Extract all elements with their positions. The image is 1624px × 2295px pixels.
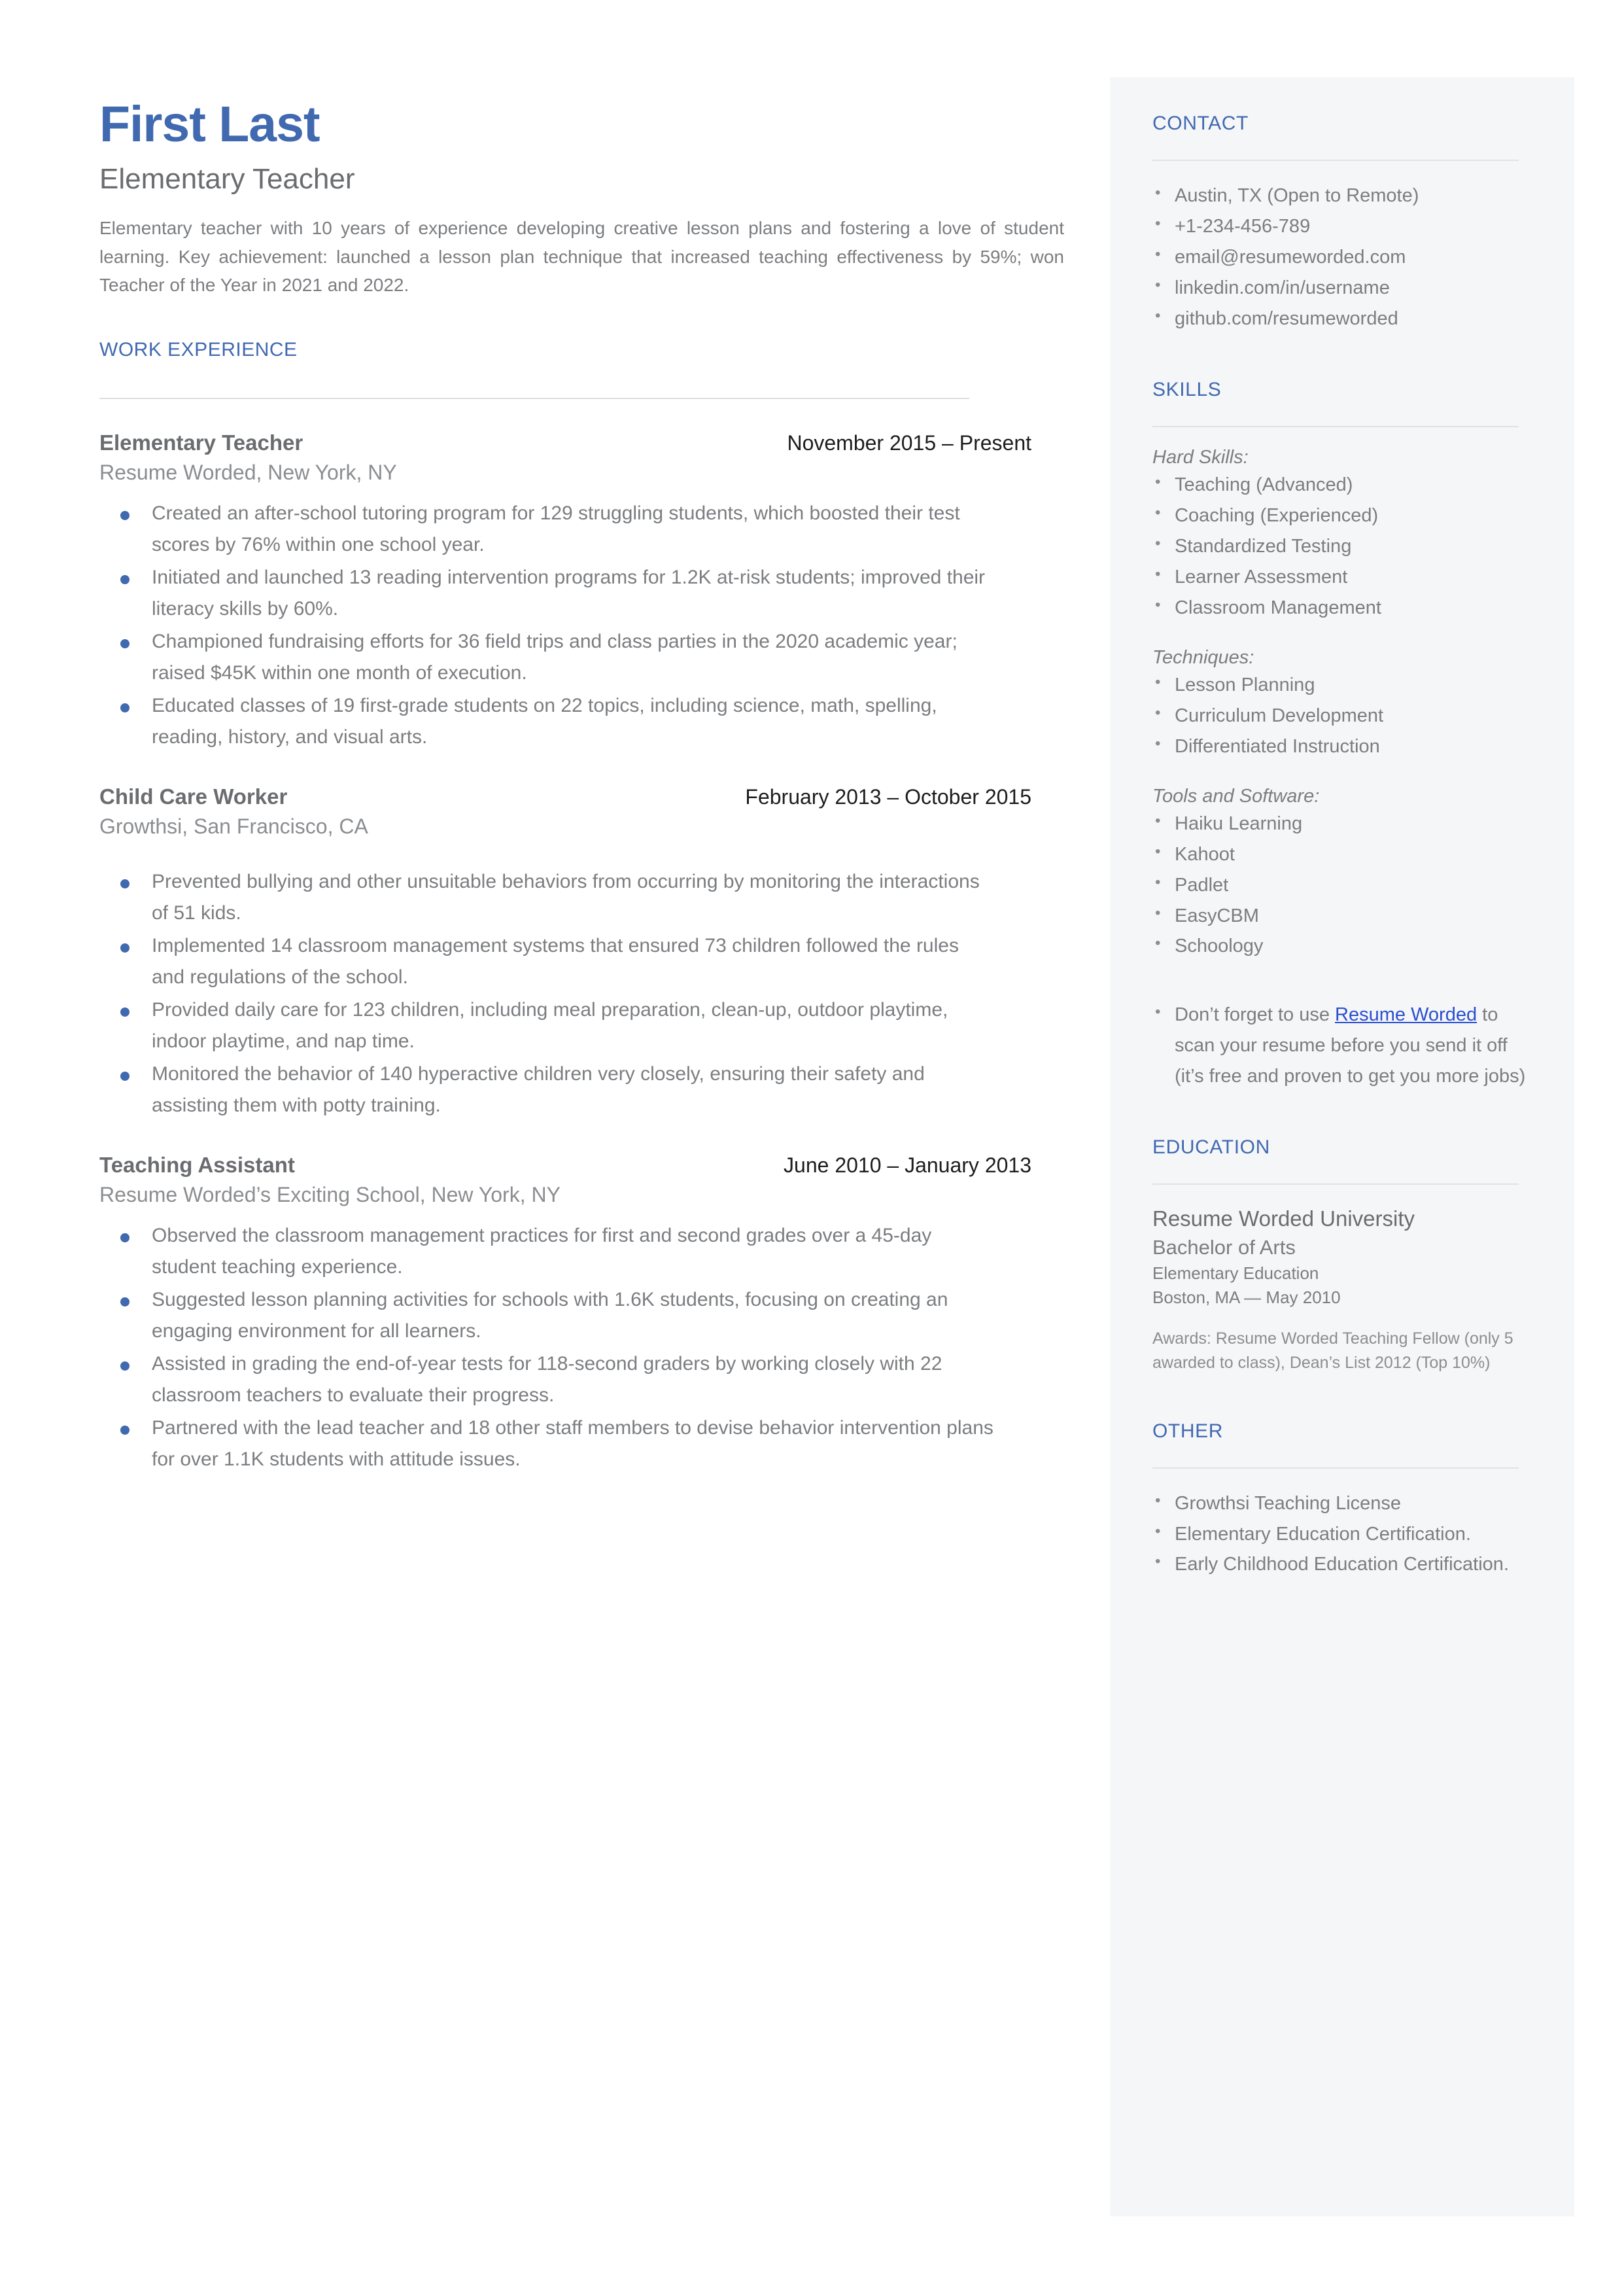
section-header-skills: SKILLS xyxy=(1152,378,1222,400)
bullet-item: Monitored the behavior of 140 hyperactiv… xyxy=(99,1059,995,1121)
section-header-contact: CONTACT xyxy=(1152,113,1249,134)
resume-worded-link[interactable]: Resume Worded xyxy=(1335,1004,1477,1025)
skills-list-techniques: Lesson Planning Curriculum Development D… xyxy=(1152,670,1532,762)
education-field: Elementary Education xyxy=(1152,1263,1319,1283)
skills-list-hard: Teaching (Advanced) Coaching (Experience… xyxy=(1152,470,1532,623)
bullet-item: Implemented 14 classroom management syst… xyxy=(99,930,995,993)
work-entry-dates: February 2013 – October 2015 xyxy=(745,784,1031,809)
skill-item: Lesson Planning xyxy=(1152,670,1532,701)
education-awards: Awards: Resume Worded Teaching Fellow (o… xyxy=(1152,1329,1513,1373)
skill-item: Learner Assessment xyxy=(1152,562,1532,593)
work-entry-dates: June 2010 – January 2013 xyxy=(784,1153,1031,1177)
skill-item: Padlet xyxy=(1152,870,1532,901)
bullet-item: Provided daily care for 123 children, in… xyxy=(99,994,995,1057)
work-entry-bullets: Created an after-school tutoring program… xyxy=(99,498,985,753)
candidate-name: First Last xyxy=(99,96,320,152)
sidebar-divider xyxy=(1152,160,1519,161)
work-entry: Teaching Assistant June 2010 – January 2… xyxy=(99,1153,1031,1475)
education-school: Resume Worded University xyxy=(1152,1206,1415,1231)
bullet-item: Prevented bullying and other unsuitable … xyxy=(99,866,995,929)
work-entry: Child Care Worker February 2013 – Octobe… xyxy=(99,784,1031,1121)
skill-item: Schoology xyxy=(1152,931,1532,962)
skill-item: EasyCBM xyxy=(1152,901,1532,932)
work-entry-title: Elementary Teacher xyxy=(99,430,303,455)
skills-group-label-techniques: Techniques: xyxy=(1152,646,1254,668)
contact-linkedin[interactable]: linkedin.com/in/username xyxy=(1152,273,1532,304)
contact-location: Austin, TX (Open to Remote) xyxy=(1152,181,1532,211)
skill-item: Haiku Learning xyxy=(1152,809,1532,839)
skill-item: Coaching (Experienced) xyxy=(1152,500,1532,531)
work-entry-dates: November 2015 – Present xyxy=(787,430,1031,455)
sidebar-divider xyxy=(1152,1467,1519,1469)
contact-email[interactable]: email@resumeworded.com xyxy=(1152,242,1532,273)
skill-item: Classroom Management xyxy=(1152,593,1532,623)
contact-phone[interactable]: +1-234-456-789 xyxy=(1152,211,1532,242)
sidebar-divider xyxy=(1152,425,1519,427)
section-header-other: OTHER xyxy=(1152,1420,1223,1442)
promo-note: Don’t forget to use Resume Worded to sca… xyxy=(1152,1000,1532,1092)
work-entry-bullets: Prevented bullying and other unsuitable … xyxy=(99,866,980,1121)
work-entry-title: Child Care Worker xyxy=(99,784,288,809)
contact-github[interactable]: github.com/resumeworded xyxy=(1152,304,1532,334)
work-entry-title: Teaching Assistant xyxy=(99,1152,295,1177)
skill-item: Curriculum Development xyxy=(1152,701,1532,731)
bullet-item: Observed the classroom management practi… xyxy=(99,1220,995,1283)
work-entry-company: Resume Worded’s Exciting School, New Yor… xyxy=(99,1182,561,1206)
resume-page: First Last Elementary Teacher Elementary… xyxy=(0,0,1624,2295)
professional-summary: Elementary teacher with 10 years of expe… xyxy=(99,218,1064,296)
section-header-education: EDUCATION xyxy=(1152,1136,1270,1159)
other-item: Early Childhood Education Certification. xyxy=(1152,1549,1532,1580)
skill-item: Standardized Testing xyxy=(1152,531,1532,562)
section-header-work-experience: WORK EXPERIENCE xyxy=(99,338,298,360)
other-list: Growthsi Teaching License Elementary Edu… xyxy=(1152,1488,1532,1581)
candidate-title: Elementary Teacher xyxy=(99,162,355,195)
section-divider xyxy=(99,397,969,399)
work-entry-bullets: Observed the classroom management practi… xyxy=(99,1220,993,1475)
bullet-item: Partnered with the lead teacher and 18 o… xyxy=(99,1412,995,1475)
education-location-date: Boston, MA — May 2010 xyxy=(1152,1287,1341,1307)
sidebar-content: CONTACT Austin, TX (Open to Remote) +1-2… xyxy=(1152,113,1532,1580)
bullet-item: Championed fundraising efforts for 36 fi… xyxy=(99,626,995,689)
bullet-item: Suggested lesson planning activities for… xyxy=(99,1284,995,1347)
main-column: First Last Elementary Teacher Elementary… xyxy=(99,96,1064,1507)
contact-list: Austin, TX (Open to Remote) +1-234-456-7… xyxy=(1152,181,1532,334)
other-item: Growthsi Teaching License xyxy=(1152,1488,1532,1519)
bullet-item: Educated classes of 19 first-grade stude… xyxy=(99,690,995,753)
skill-item: Kahoot xyxy=(1152,839,1532,870)
work-entry-company: Resume Worded, New York, NY xyxy=(99,460,397,484)
work-entry-header: Child Care Worker February 2013 – Octobe… xyxy=(99,784,1031,809)
bullet-item: Assisted in grading the end-of-year test… xyxy=(99,1348,995,1411)
sidebar-divider xyxy=(1152,1183,1519,1185)
skill-item: Teaching (Advanced) xyxy=(1152,470,1532,500)
work-entry-header: Elementary Teacher November 2015 – Prese… xyxy=(99,430,1031,455)
bullet-item: Initiated and launched 13 reading interv… xyxy=(99,562,995,625)
education-degree: Bachelor of Arts xyxy=(1152,1235,1296,1259)
skills-group-label-hard: Hard Skills: xyxy=(1152,446,1249,468)
skills-group-label-tools: Tools and Software: xyxy=(1152,785,1320,807)
work-entry: Elementary Teacher November 2015 – Prese… xyxy=(99,430,1031,753)
skills-list-tools: Haiku Learning Kahoot Padlet EasyCBM Sch… xyxy=(1152,809,1532,962)
promo-prefix: Don’t forget to use xyxy=(1175,1004,1336,1026)
bullet-item: Created an after-school tutoring program… xyxy=(99,498,995,561)
other-item: Elementary Education Certification. xyxy=(1152,1519,1532,1550)
skill-item: Differentiated Instruction xyxy=(1152,731,1532,762)
work-entry-company: Growthsi, San Francisco, CA xyxy=(99,814,368,838)
work-entry-header: Teaching Assistant June 2010 – January 2… xyxy=(99,1153,1031,1178)
